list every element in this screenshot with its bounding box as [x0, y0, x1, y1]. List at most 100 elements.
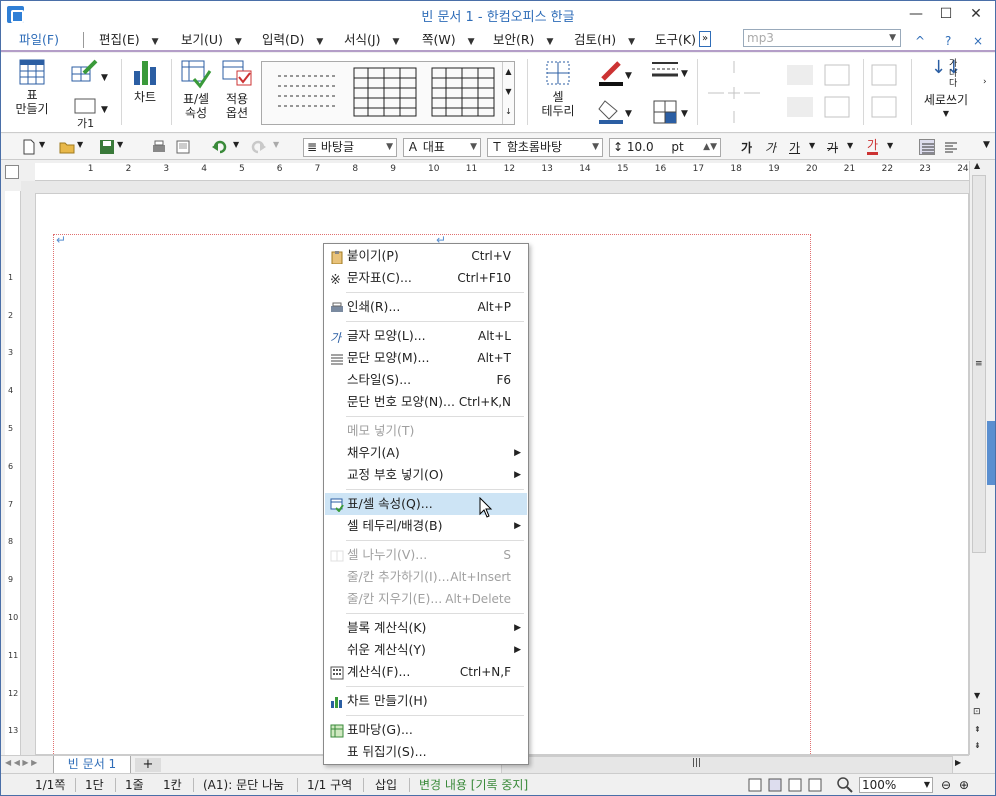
print-preview-icon[interactable]: [175, 139, 191, 155]
horizontal-scroll-thumb[interactable]: |||: [501, 756, 953, 774]
next-page-icon[interactable]: ⇟: [974, 741, 981, 750]
prev-page-icon[interactable]: ⇞: [974, 725, 981, 734]
view-mode-icons[interactable]: [747, 778, 833, 792]
help-button[interactable]: ?: [945, 34, 951, 48]
tab-scroll-left-icon[interactable]: ◀ ◀ ▶ ▶: [5, 758, 37, 767]
new-dropdown-icon[interactable]: ▼: [39, 140, 45, 149]
align-left-icon[interactable]: [943, 139, 959, 155]
context-menu-item[interactable]: 블록 계산식(K) ▶: [325, 617, 527, 639]
underline-button[interactable]: 가: [789, 139, 800, 156]
ribbon-expand-icon[interactable]: ›: [983, 77, 987, 87]
menu-page[interactable]: 쪽(W) ▼: [422, 30, 475, 50]
menu-security[interactable]: 보안(R) ▼: [493, 30, 553, 50]
context-menu-item[interactable]: 스타일(S)... F6: [325, 369, 527, 391]
apply-options-button[interactable]: 적용 옵션: [217, 59, 257, 120]
document-tab[interactable]: 빈 문서 1: [53, 756, 131, 774]
vertical-scrollbar[interactable]: ▲ ≡ ▼ ⊡ ⇞ ⇟: [969, 161, 987, 755]
menu-tools[interactable]: 도구(K): [655, 30, 696, 50]
cell-border-button[interactable]: 셀 테두리: [533, 59, 583, 118]
zoom-in-button[interactable]: ⊕: [959, 777, 969, 793]
zoom-combo[interactable]: 100% ▼: [859, 777, 933, 793]
vertical-scroll-thumb[interactable]: ≡: [972, 175, 986, 553]
menu-file[interactable]: 파일(F): [19, 30, 59, 50]
strike-button[interactable]: 가: [827, 139, 838, 156]
table-cell-props-button[interactable]: 표/셀 속성: [175, 59, 217, 120]
strike-dropdown-icon[interactable]: ▼: [847, 141, 853, 150]
context-menu-item[interactable]: 쉬운 계산식(Y) ▶: [325, 639, 527, 661]
redo-dropdown-icon[interactable]: ▼: [273, 140, 279, 149]
zoom-magnifier-icon[interactable]: [837, 777, 853, 793]
context-menu-item[interactable]: 채우기(A) ▶: [325, 442, 527, 464]
menu-edit[interactable]: 편집(E) ▼: [99, 30, 159, 50]
vertical-ruler[interactable]: 1 2 3 4 5 6 7 8 9 10 11 12 13: [5, 191, 21, 755]
align-justify-icon[interactable]: [919, 139, 935, 155]
context-menu-item[interactable]: 문단 모양(M)... Alt+T: [325, 347, 527, 369]
context-menu-item[interactable]: 문단 번호 모양(N)... Ctrl+K,N: [325, 391, 527, 413]
pen-tool-button[interactable]: ▼: [63, 59, 108, 86]
font-color-dropdown-icon[interactable]: ▼: [887, 141, 893, 150]
save-icon[interactable]: [99, 139, 115, 155]
scroll-up-icon[interactable]: ▲: [974, 161, 980, 170]
open-dropdown-icon[interactable]: ▼: [77, 140, 83, 149]
font-combo[interactable]: Ｔ 함초롬바탕 ▼: [487, 138, 603, 157]
font-size-combo[interactable]: ↕ 10.0 pt ▲▼: [609, 138, 721, 157]
shape-button[interactable]: ▼ 가1: [63, 97, 108, 130]
scroll-down-icon[interactable]: ▼: [974, 691, 980, 700]
chart-button[interactable]: 차트: [127, 59, 163, 104]
cell-fill-button[interactable]: ▼: [641, 99, 689, 128]
fill-color-button[interactable]: ▼: [589, 97, 633, 128]
context-menu-item[interactable]: 셀 테두리/배경(B) ▶: [325, 515, 527, 537]
context-menu-item[interactable]: 붙이기(P) Ctrl+V: [325, 245, 527, 267]
side-panel-tab[interactable]: [987, 421, 995, 485]
gallery-scroll[interactable]: ▲ ▼ ↓: [502, 62, 514, 124]
context-menu-item[interactable]: 표/셀 속성(Q)...: [325, 493, 527, 515]
menu-insert[interactable]: 입력(D) ▼: [262, 30, 323, 50]
menu-format[interactable]: 서식(J) ▼: [344, 30, 399, 50]
context-menu-item[interactable]: 교정 부호 넣기(O) ▶: [325, 464, 527, 486]
context-menu-item[interactable]: 가 글자 모양(L)... Alt+L: [325, 325, 527, 347]
scroll-right-icon[interactable]: ▶: [955, 758, 961, 767]
zoom-out-button[interactable]: ⊖: [941, 777, 951, 793]
undo-icon[interactable]: [211, 139, 227, 155]
print-icon[interactable]: [151, 139, 167, 155]
style-combo[interactable]: ≣ 바탕글 ▼: [303, 138, 397, 157]
minimize-button[interactable]: —: [901, 3, 931, 25]
redo-icon[interactable]: [251, 139, 267, 155]
context-menu-item[interactable]: 차트 만들기(H): [325, 690, 527, 712]
save-dropdown-icon[interactable]: ▼: [117, 140, 123, 149]
context-menu-item[interactable]: ※ 문자표(C)... Ctrl+F10: [325, 267, 527, 289]
language-combo[interactable]: Ａ 대표 ▼: [403, 138, 481, 157]
undo-dropdown-icon[interactable]: ▼: [233, 140, 239, 149]
font-color-button[interactable]: 가: [867, 138, 879, 155]
page-nav-icon[interactable]: ⊡: [973, 707, 981, 717]
menu-view[interactable]: 보기(U) ▼: [181, 30, 242, 50]
horizontal-ruler[interactable]: 1 2 3 4 5 6 7 8 9 10 11 12 13 14 15 16 17 18 19 20 21 22 23 24: [35, 163, 969, 181]
status-track-changes[interactable]: 변경 내용 [기록 중지]: [419, 777, 528, 793]
line-style-button[interactable]: ▼: [641, 59, 689, 84]
maximize-button[interactable]: ☐: [931, 3, 961, 25]
menu-review[interactable]: 검토(H) ▼: [574, 30, 635, 50]
italic-button[interactable]: 가: [765, 139, 776, 156]
ruler-toggle-button[interactable]: [5, 165, 19, 179]
table-make-button[interactable]: 표 만들기: [9, 59, 55, 116]
toolbar-expand-icon[interactable]: ▼: [983, 140, 990, 150]
context-menu-item[interactable]: 표마당(G)...: [325, 719, 527, 741]
vertical-writing-button[interactable]: ↓↓ 가 나 다 세로쓰기 ▼: [917, 59, 975, 121]
border-color-button[interactable]: ▼: [589, 59, 633, 90]
table-style-gallery[interactable]: ▲ ▼ ↓: [261, 61, 515, 125]
context-menu-item[interactable]: 계산식(F)... Ctrl+N,F: [325, 661, 527, 683]
open-folder-icon[interactable]: [59, 139, 75, 155]
menu-more-button[interactable]: »: [699, 31, 711, 47]
close-doc-button[interactable]: ×: [973, 34, 983, 48]
bold-button[interactable]: 가: [741, 139, 752, 156]
new-document-icon[interactable]: [21, 139, 37, 155]
paste-icon: [330, 249, 345, 265]
status-insert-mode[interactable]: 삽입: [375, 777, 397, 793]
add-tab-button[interactable]: +: [135, 758, 161, 772]
close-button[interactable]: ✕: [961, 3, 991, 25]
underline-dropdown-icon[interactable]: ▼: [809, 141, 815, 150]
collapse-ribbon-button[interactable]: ^: [915, 34, 925, 48]
help-search-combo[interactable]: mp3 ▼: [743, 29, 901, 47]
context-menu-item[interactable]: 표 뒤집기(S)...: [325, 741, 527, 763]
context-menu-item[interactable]: 인쇄(R)... Alt+P: [325, 296, 527, 318]
